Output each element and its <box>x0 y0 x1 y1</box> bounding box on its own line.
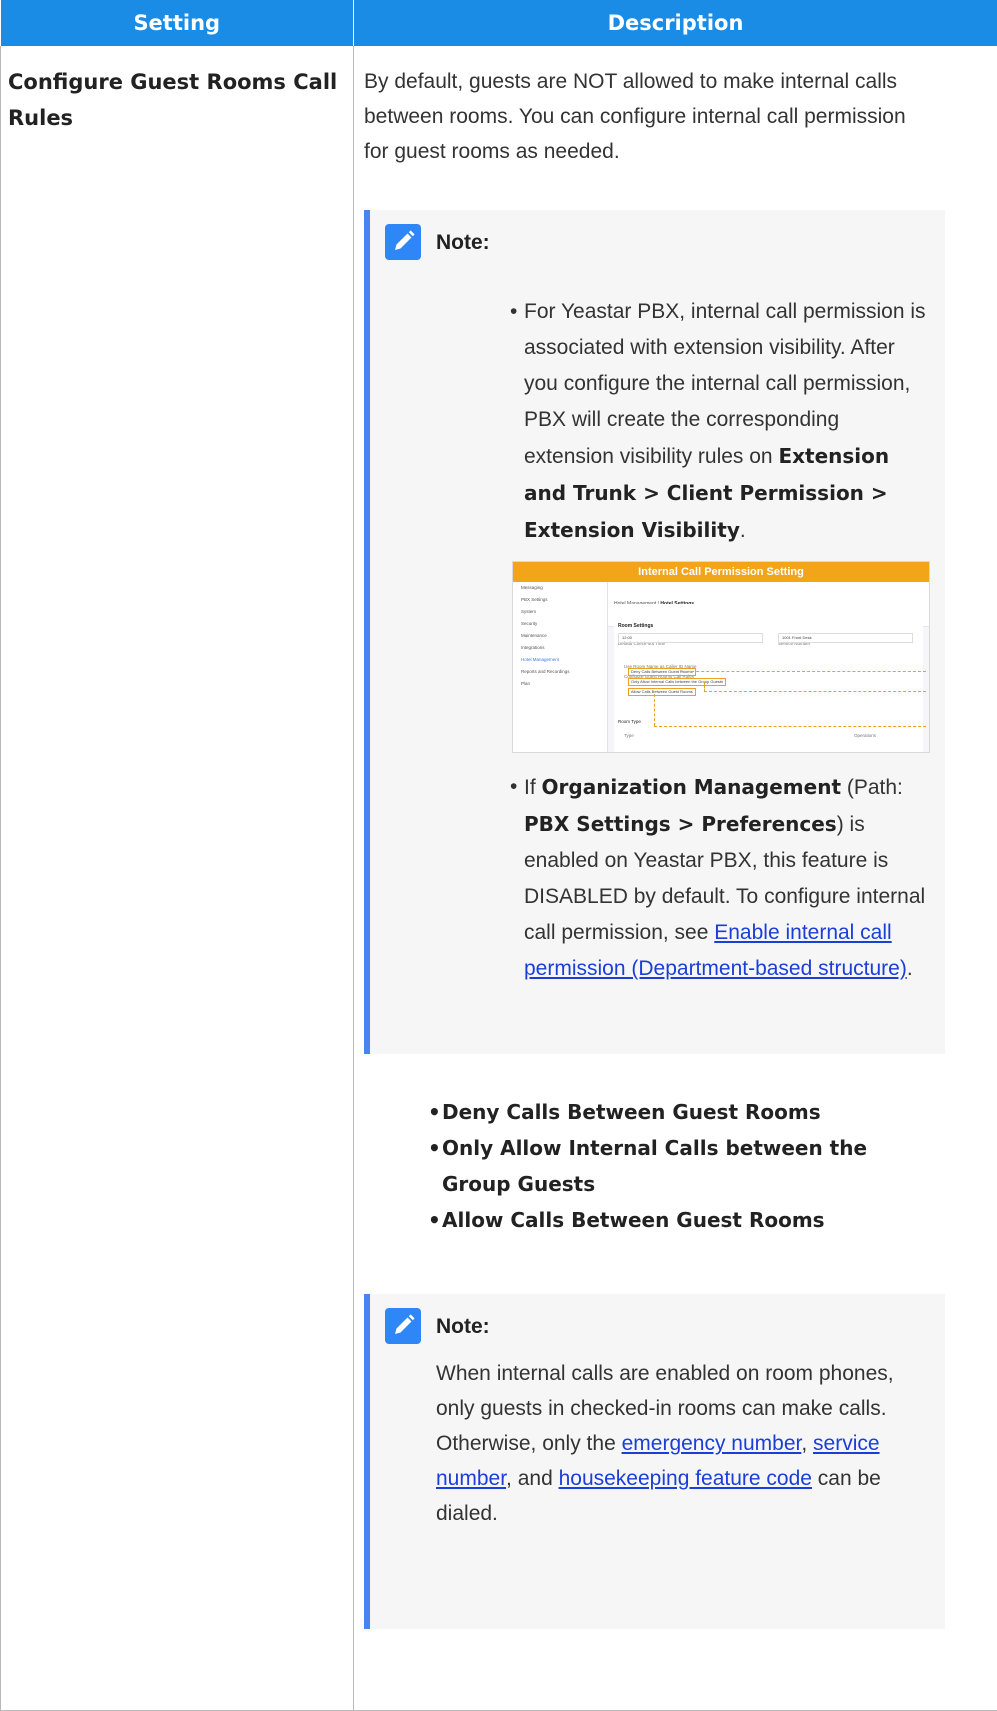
table-row: Configure Guest Rooms Call Rules By defa… <box>1 46 997 1711</box>
description-intro: By default, guests are NOT allowed to ma… <box>364 64 934 169</box>
note-bullet-text: For Yeastar PBX, internal call permissio… <box>524 300 926 468</box>
screenshot-option-allow: Allow Calls Between Guest Rooms <box>628 688 696 696</box>
settings-table: Setting Description Configure Guest Room… <box>0 0 997 1711</box>
screenshot-main: Hotel Management / Hotel Settings Room S… <box>608 582 929 752</box>
screenshot-sidebar-item: Integrations <box>513 642 607 654</box>
service-number-label: Service Number <box>778 626 810 662</box>
screenshot-title: Internal Call Permission Setting <box>513 562 929 582</box>
dashed-connector <box>704 682 705 692</box>
column-header-description: Description <box>354 0 997 46</box>
dashed-connector <box>704 691 926 692</box>
note-bullet-extension-visibility: For Yeastar PBX, internal call permissio… <box>512 294 932 753</box>
note-bullet-text-end: . <box>740 519 746 542</box>
column-type: Type <box>624 718 634 753</box>
option-allow-calls: Allow Calls Between Guest Rooms <box>430 1202 912 1238</box>
note-box: Note: When internal calls are enabled on… <box>364 1294 945 1629</box>
dashed-connector <box>676 671 926 672</box>
separator: , and <box>506 1467 559 1490</box>
table-header-row: Setting Description <box>1 0 997 46</box>
note-bullet-text: (Path: <box>841 776 903 799</box>
option-deny-calls: Deny Calls Between Guest Rooms <box>430 1094 912 1130</box>
note-bullet-text-end: . <box>907 957 913 980</box>
note-title: Note: <box>436 231 490 255</box>
note-body: When internal calls are enabled on room … <box>436 1356 926 1531</box>
column-header-setting: Setting <box>1 0 354 46</box>
screenshot-option-group: Only Allow Internal Calls between the Gr… <box>628 678 726 686</box>
screenshot-sidebar: Messaging PBX Settings System Security M… <box>513 582 608 752</box>
setting-cell: Configure Guest Rooms Call Rules <box>1 46 354 1711</box>
menu-path: PBX Settings > Preferences <box>524 812 837 836</box>
option-group-guests: Only Allow Internal Calls between the Gr… <box>430 1130 912 1202</box>
dashed-connector <box>654 694 655 726</box>
screenshot-sidebar-item-active: Hotel Management <box>513 654 607 666</box>
pencil-note-icon <box>385 1308 421 1344</box>
screenshot-option-deny: Deny Calls Between Guest Rooms <box>628 668 696 676</box>
housekeeping-feature-code-link[interactable]: housekeeping feature code <box>559 1467 812 1490</box>
screenshot-sidebar-item: Messaging <box>513 582 607 594</box>
separator: , <box>801 1432 813 1455</box>
note-title: Note: <box>436 1315 490 1339</box>
screenshot-sidebar-item: System <box>513 606 607 618</box>
setting-name: Configure Guest Rooms Call Rules <box>8 64 343 136</box>
embedded-screenshot: Internal Call Permission Setting Messagi… <box>512 561 930 753</box>
note-bullet-list: For Yeastar PBX, internal call permissio… <box>512 294 932 987</box>
screenshot-sidebar-item: Plan <box>513 678 607 690</box>
screenshot-sidebar-item: PBX Settings <box>513 594 607 606</box>
pencil-note-icon <box>385 224 421 260</box>
screenshot-sidebar-item: Reports and Recordings <box>513 666 607 678</box>
screenshot-sidebar-item: Security <box>513 618 607 630</box>
screenshot-panel: Room Settings Default Check-out Time 12:… <box>614 604 923 752</box>
service-number-field: 1001 Front Desk <box>778 633 913 643</box>
screenshot-sidebar-item: Maintenance <box>513 630 607 642</box>
call-rule-options-list: Deny Calls Between Guest Rooms Only Allo… <box>364 1094 997 1238</box>
note-bullet-organization-management: If Organization Management (Path: PBX Se… <box>512 769 932 987</box>
column-operations: Operations <box>854 718 876 753</box>
note-bullet-text: If <box>524 776 542 799</box>
note-box: Note: For Yeastar PBX, internal call per… <box>364 210 945 1054</box>
dashed-connector <box>654 726 926 727</box>
checkout-field: 12:00 <box>618 633 763 643</box>
emergency-number-link[interactable]: emergency number <box>622 1432 802 1455</box>
feature-name: Organization Management <box>542 775 841 799</box>
description-cell: By default, guests are NOT allowed to ma… <box>354 46 997 1711</box>
